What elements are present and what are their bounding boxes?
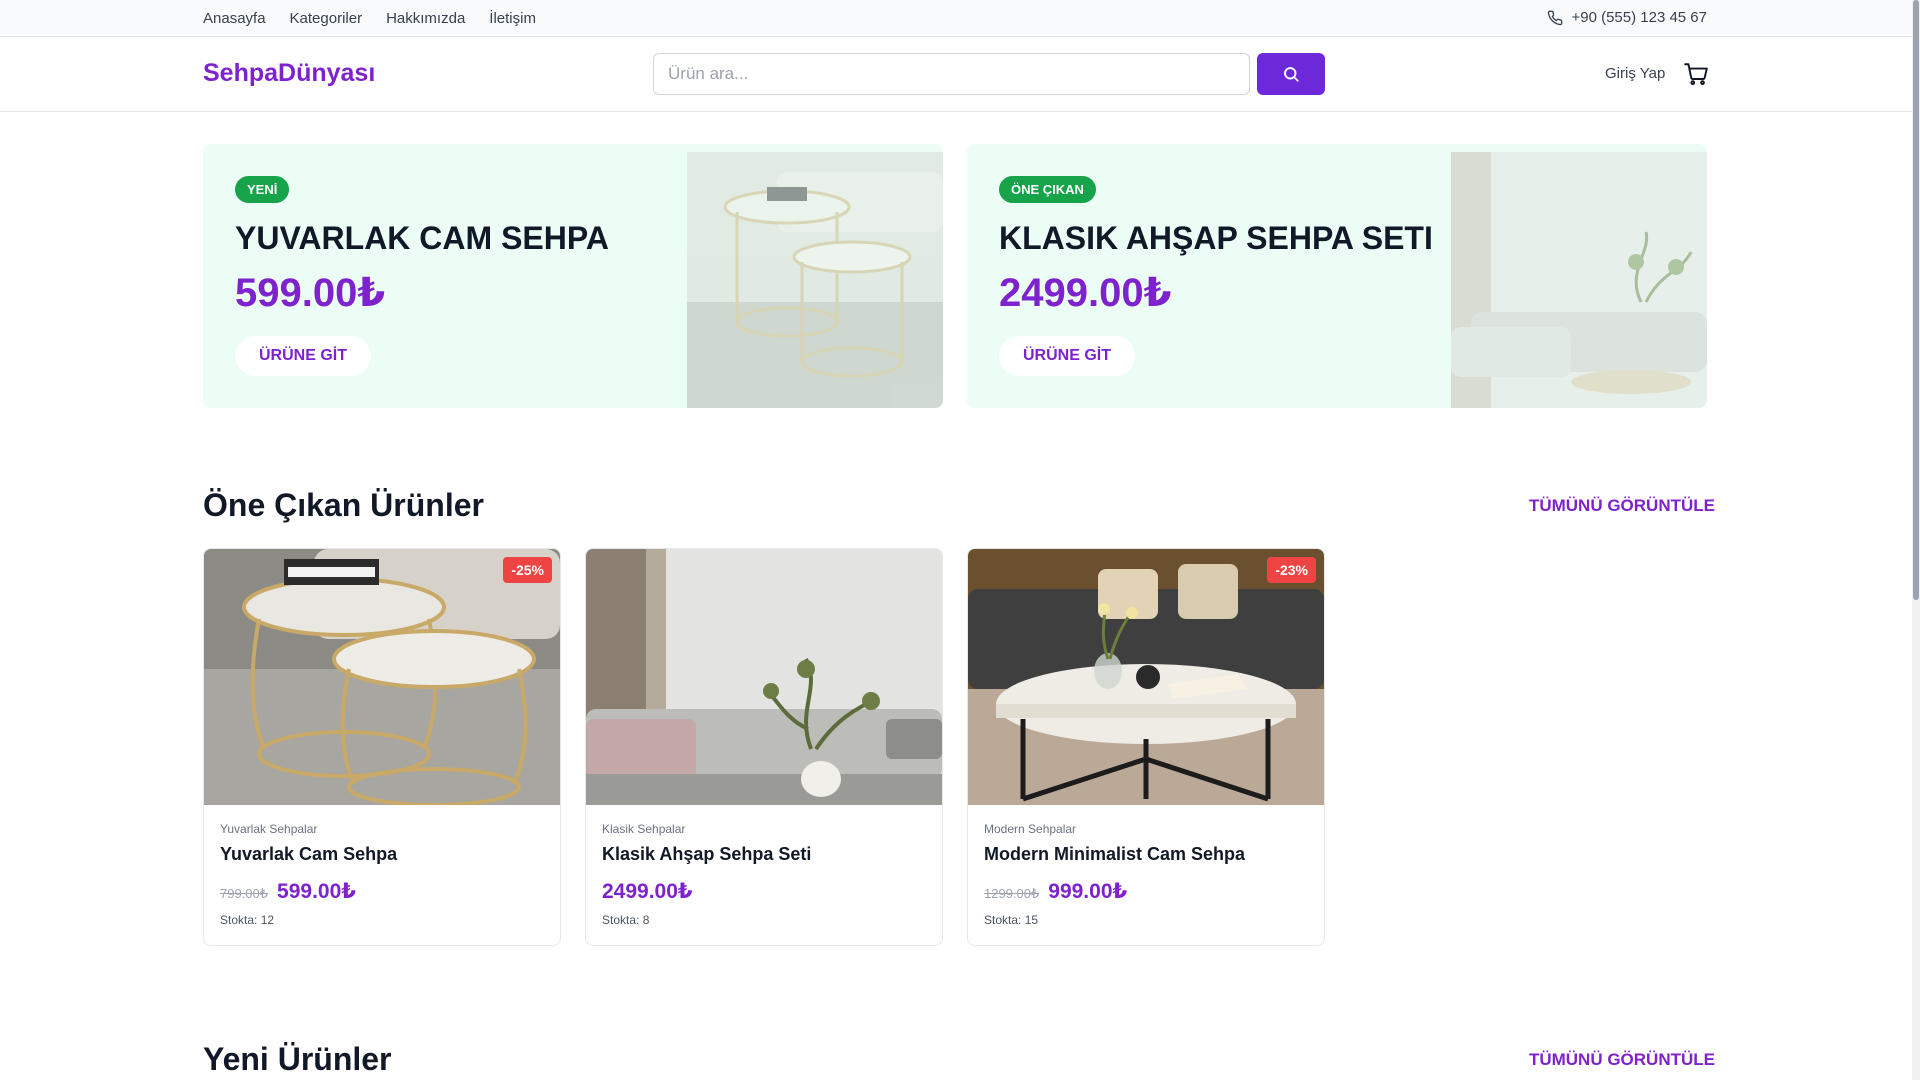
scrollbar-thumb[interactable]: [1913, 0, 1919, 600]
phone-contact: +90 (555) 123 45 67: [1547, 9, 1707, 26]
stock-count: Stokta: 12: [220, 913, 275, 927]
promo-banner-classic-wood-table-set: ÖNE ÇIKAN KLASIK AHŞAP SEHPA SETI 2499.0…: [967, 144, 1707, 408]
nav-link-about[interactable]: Hakkımızda: [386, 10, 465, 27]
phone-number: +90 (555) 123 45 67: [1571, 9, 1707, 26]
product-image-classic-wood-table-set: [586, 549, 942, 805]
discount-badge: -25%: [503, 557, 552, 583]
current-price: 2499.00₺: [602, 880, 693, 903]
current-price: 999.00₺: [1048, 880, 1128, 903]
product-card-round-glass-table[interactable]: -25% Yuvarlak Sehpalar Yuvarlak Cam Sehp…: [203, 548, 561, 946]
banner-badge-featured: ÖNE ÇIKAN: [999, 176, 1096, 203]
product-category: Yuvarlak Sehpalar: [220, 822, 318, 836]
phone-icon: [1548, 10, 1563, 25]
discount-badge: -23%: [1267, 557, 1316, 583]
featured-section-title: Öne Çıkan Ürünler: [203, 487, 484, 523]
price-row: 1299.00₺ 999.00₺: [984, 879, 1127, 904]
go-to-product-button[interactable]: ÜRÜNE GİT: [999, 336, 1135, 376]
product-card-classic-wood-table-set[interactable]: Klasik Sehpalar Klasik Ahşap Sehpa Seti …: [585, 548, 943, 946]
product-name[interactable]: Yuvarlak Cam Sehpa: [220, 844, 397, 865]
product-image-round-glass-table: [204, 549, 560, 805]
main-header: SehpaDünyası Giriş Yap: [0, 37, 1912, 112]
new-products-section-title: Yeni Ürünler: [203, 1041, 392, 1077]
product-card-modern-minimalist-glass-table[interactable]: -23% Modern Sehpalar Modern Minimalist C…: [967, 548, 1325, 946]
search-input[interactable]: [653, 53, 1250, 95]
nav-link-contact[interactable]: İletişim: [489, 10, 536, 27]
go-to-product-button[interactable]: ÜRÜNE GİT: [235, 336, 371, 376]
banner-title: YUVARLAK CAM SEHPA: [235, 220, 609, 256]
cart-icon[interactable]: [1683, 61, 1709, 87]
site-logo[interactable]: SehpaDünyası: [203, 59, 375, 88]
banner-price: 599.00₺: [235, 271, 386, 315]
old-price: 1299.00₺: [984, 886, 1040, 901]
login-link[interactable]: Giriş Yap: [1605, 65, 1665, 82]
old-price: 799.00₺: [220, 886, 269, 901]
product-category: Modern Sehpalar: [984, 822, 1077, 836]
banner-title: KLASIK AHŞAP SEHPA SETI: [999, 220, 1433, 256]
scrollbar-track[interactable]: [1912, 0, 1920, 1080]
top-bar: Anasayfa Kategoriler Hakkımızda İletişim…: [0, 0, 1912, 37]
view-all-new-products-link[interactable]: TÜMÜNÜ GÖRÜNTÜLE: [1529, 1050, 1715, 1070]
nav-link-categories[interactable]: Kategoriler: [290, 10, 363, 27]
price-row: 2499.00₺: [602, 879, 693, 904]
nav-link-home[interactable]: Anasayfa: [203, 10, 266, 27]
product-name[interactable]: Klasik Ahşap Sehpa Seti: [602, 844, 811, 865]
price-row: 799.00₺ 599.00₺: [220, 879, 356, 904]
product-category: Klasik Sehpalar: [602, 822, 686, 836]
stock-count: Stokta: 15: [984, 913, 1039, 927]
search-icon: [1284, 67, 1299, 82]
view-all-featured-link[interactable]: TÜMÜNÜ GÖRÜNTÜLE: [1529, 496, 1715, 516]
product-name[interactable]: Modern Minimalist Cam Sehpa: [984, 844, 1245, 865]
banner-image-round-tables: [687, 152, 943, 408]
stock-count: Stokta: 8: [602, 913, 650, 927]
product-image-modern-minimalist-glass-table: [968, 549, 1324, 805]
banner-badge-new: YENİ: [235, 176, 290, 203]
banner-image-living-room: [1451, 152, 1707, 408]
promo-banner-round-glass-table: YENİ YUVARLAK CAM SEHPA 599.00₺ ÜRÜNE Gİ…: [203, 144, 943, 408]
banner-price: 2499.00₺: [999, 271, 1172, 315]
current-price: 599.00₺: [277, 880, 356, 903]
top-nav: Anasayfa Kategoriler Hakkımızda İletişim: [203, 10, 536, 27]
search-button[interactable]: [1257, 53, 1325, 95]
